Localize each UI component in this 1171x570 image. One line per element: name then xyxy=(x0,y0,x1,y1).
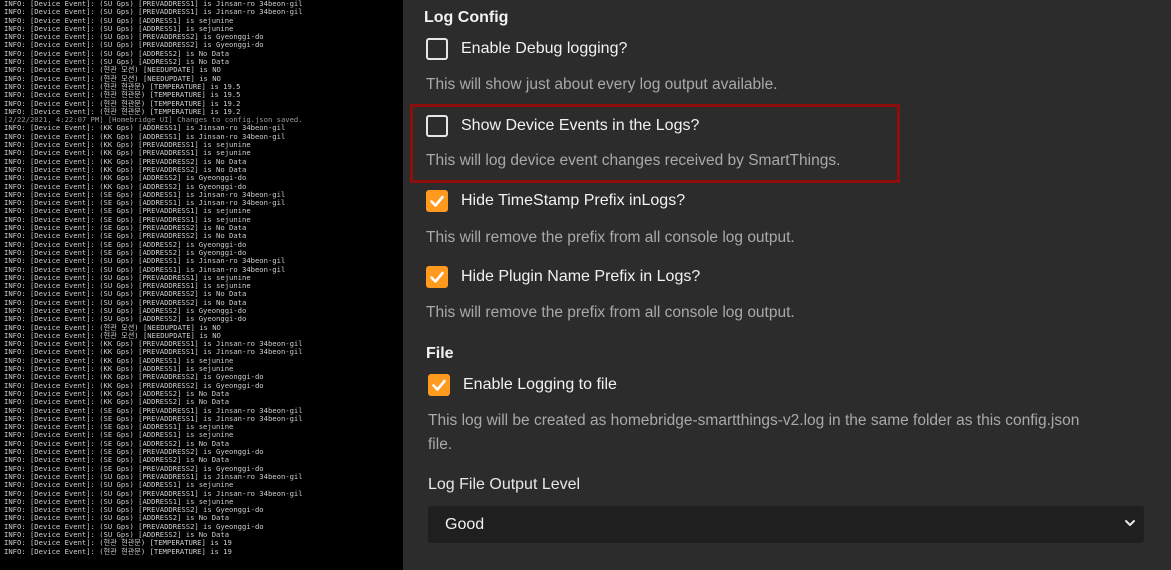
console-line: INFO: [Device Event]: (현관 현관문) [TEMPERAT… xyxy=(4,546,232,556)
log-config-title: Log Config xyxy=(424,9,509,26)
device-events-label: Show Device Events in the Logs? xyxy=(461,117,700,134)
hide-plugin-name-option[interactable]: Hide Plugin Name Prefix in Logs? xyxy=(426,266,700,288)
console-lines: INFO: [Device Event]: (SU Gps) [PREVADDR… xyxy=(0,0,403,556)
hide-timestamp-checkbox[interactable] xyxy=(426,190,448,212)
checkmark-icon xyxy=(432,379,446,391)
debug-logging-help: This will show just about every log outp… xyxy=(426,76,778,93)
device-events-help: This will log device event changes recei… xyxy=(426,152,841,169)
output-level-label: Log File Output Level xyxy=(428,476,581,493)
debug-logging-option[interactable]: Enable Debug logging? xyxy=(426,38,627,60)
enable-logging-file-checkbox[interactable] xyxy=(428,374,450,396)
enable-logging-file-label: Enable Logging to file xyxy=(463,376,617,393)
hide-plugin-name-checkbox[interactable] xyxy=(426,266,448,288)
hide-timestamp-label: Hide TimeStamp Prefix inLogs? xyxy=(461,192,686,209)
output-level-select[interactable]: Good xyxy=(428,506,1144,543)
enable-logging-file-help-line1: This log will be created as homebridge-s… xyxy=(428,412,1080,429)
hide-timestamp-help: This will remove the prefix from all con… xyxy=(426,229,795,246)
device-events-checkbox[interactable] xyxy=(426,115,448,137)
hide-plugin-name-help: This will remove the prefix from all con… xyxy=(426,304,795,321)
hide-plugin-name-label: Hide Plugin Name Prefix in Logs? xyxy=(461,268,701,285)
output-level-value: Good xyxy=(445,515,485,533)
checkmark-icon xyxy=(430,195,444,207)
console-log-pane[interactable]: INFO: [Device Event]: (SU Gps) [PREVADDR… xyxy=(0,0,403,570)
hide-timestamp-option[interactable]: Hide TimeStamp Prefix inLogs? xyxy=(426,190,685,212)
checkmark-icon xyxy=(430,271,444,283)
enable-logging-file-option[interactable]: Enable Logging to file xyxy=(428,374,617,396)
debug-logging-label: Enable Debug logging? xyxy=(461,40,628,57)
chevron-down-icon xyxy=(1125,520,1135,526)
debug-logging-checkbox[interactable] xyxy=(426,38,448,60)
device-events-option[interactable]: Show Device Events in the Logs? xyxy=(426,115,699,137)
file-section-title: File xyxy=(426,345,454,362)
enable-logging-file-help-line2: file. xyxy=(428,436,453,453)
